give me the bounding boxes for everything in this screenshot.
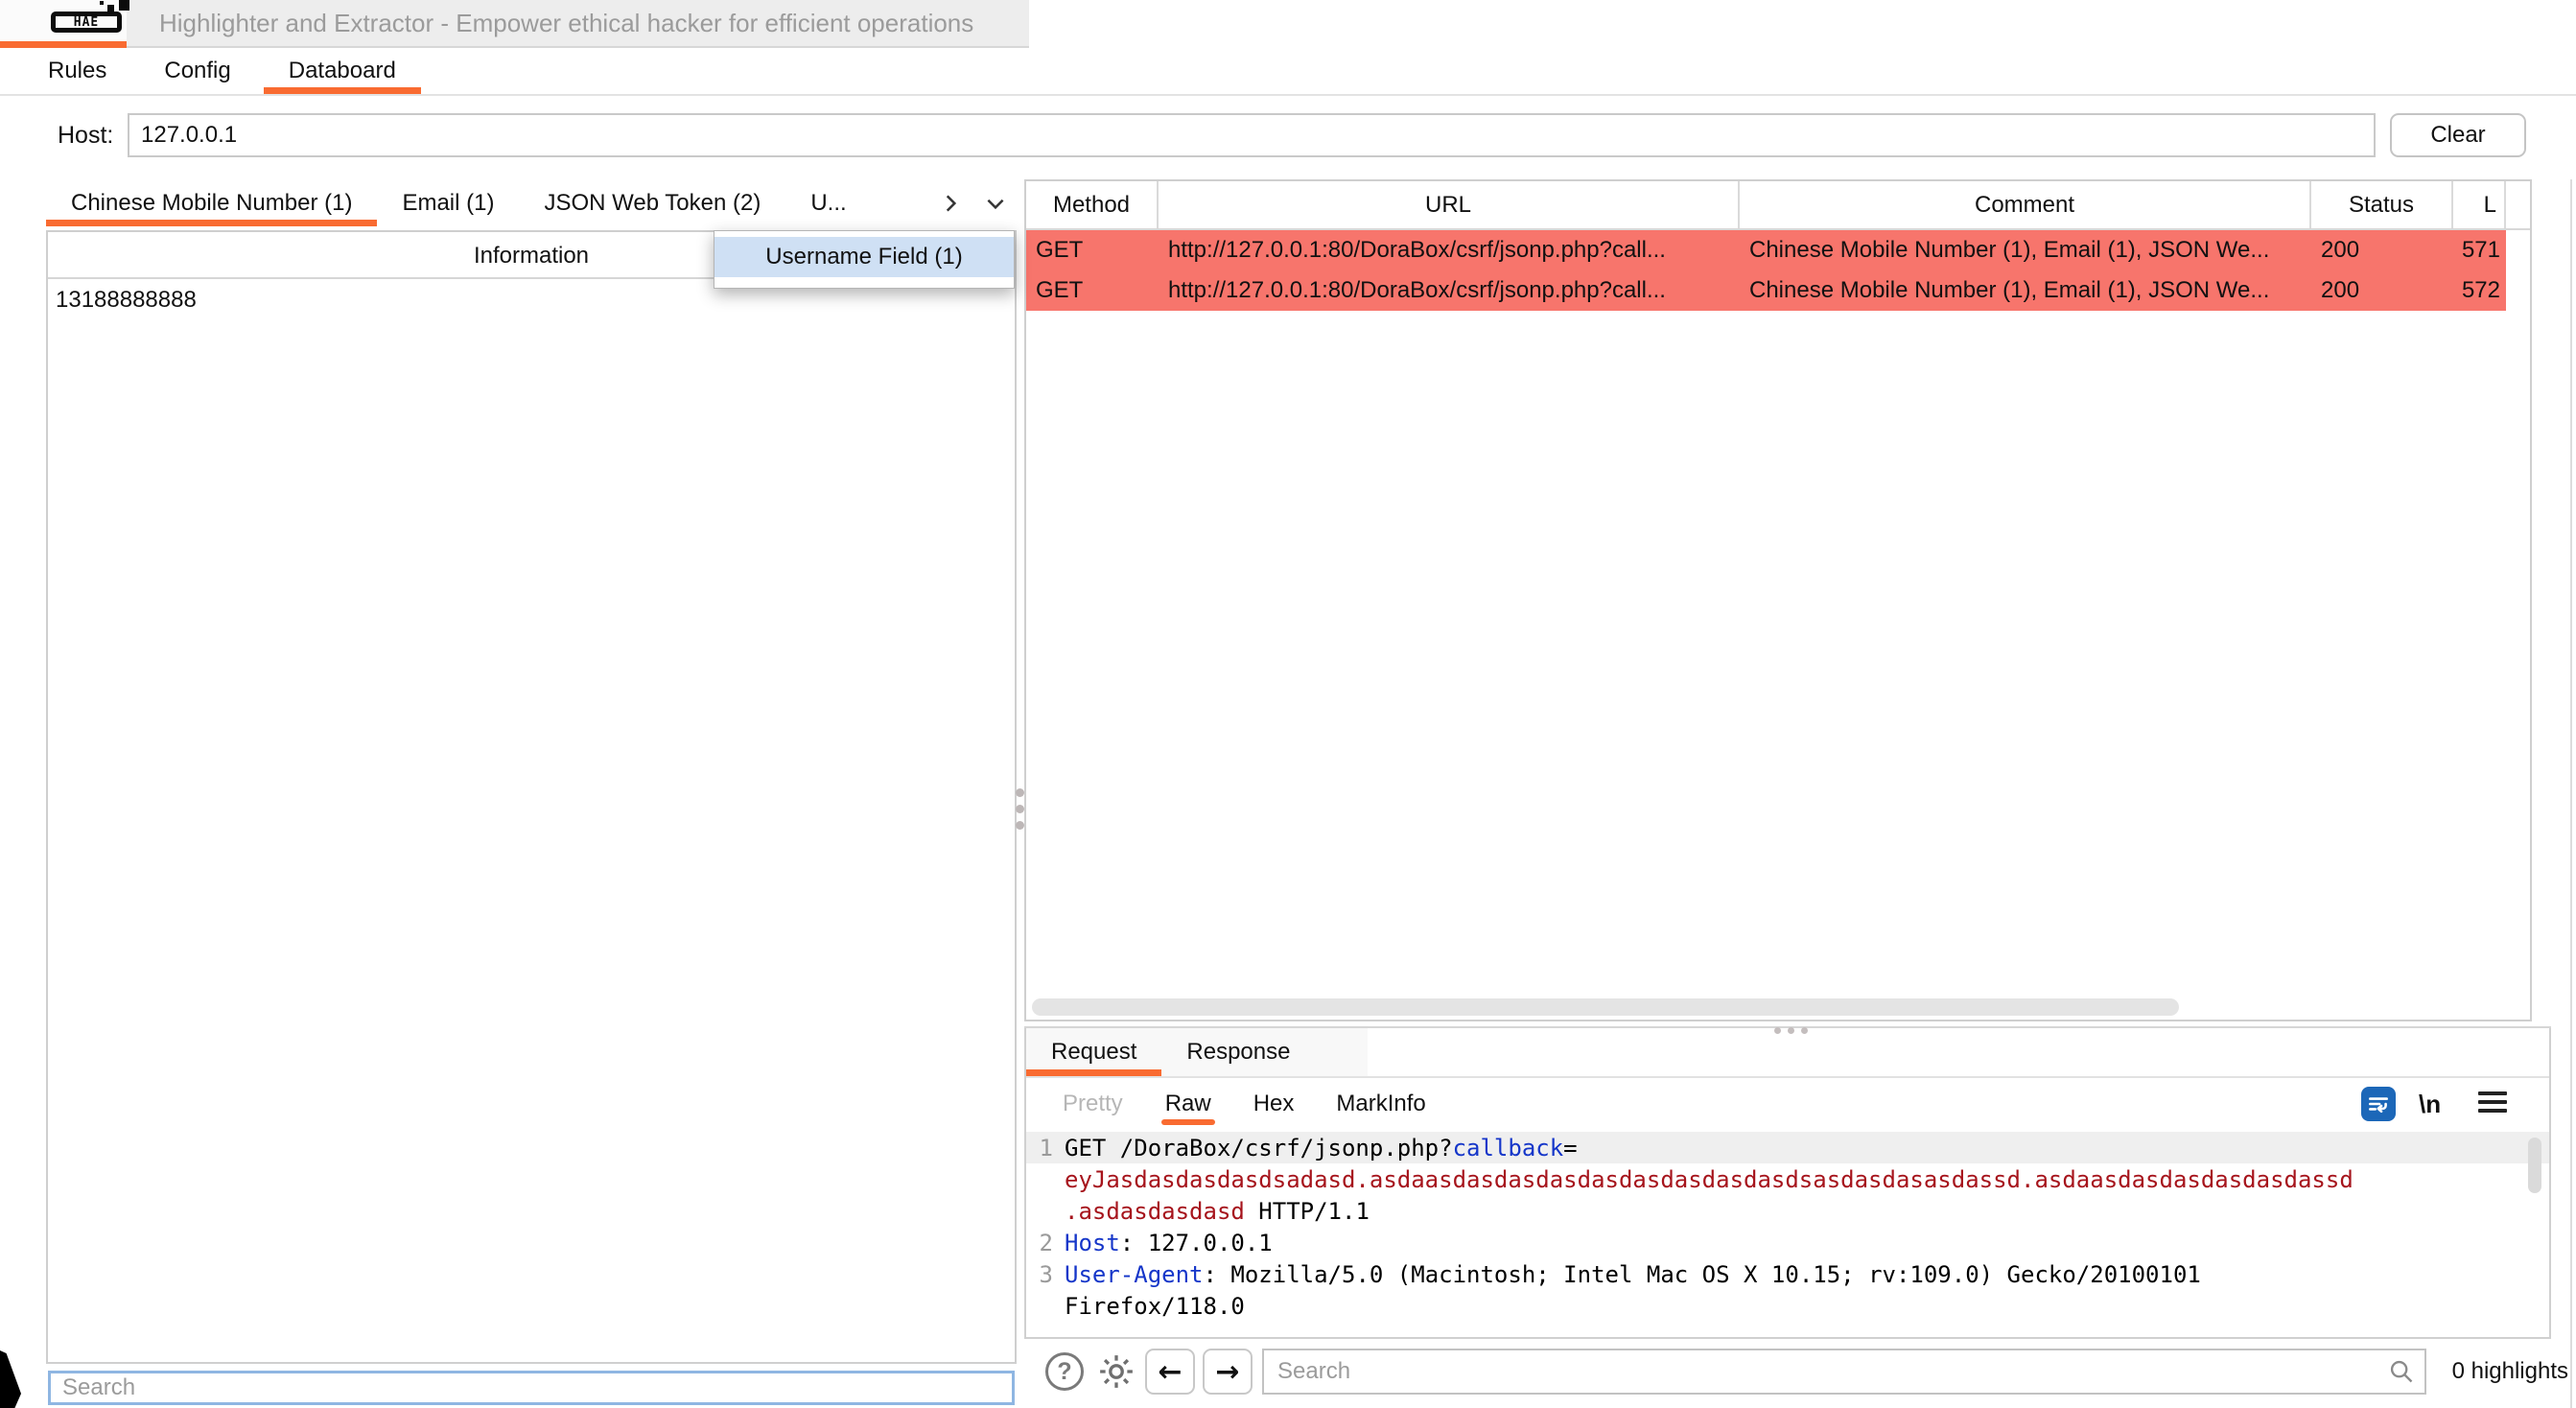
request-cell-method: GET [1026,270,1159,311]
request-row[interactable]: GEThttp://127.0.0.1:80/DoraBox/csrf/json… [1026,270,2506,311]
line-number: 1 [1026,1135,1065,1162]
column-header-url[interactable]: URL [1159,181,1740,228]
message-detail-panel: RequestResponse PrettyRawHexMarkInfo \n … [1024,1028,2551,1339]
request-row[interactable]: GEThttp://127.0.0.1:80/DoraBox/csrf/json… [1026,230,2506,270]
hae-logo-pixel [100,1,104,5]
tab-response[interactable]: Response [1161,1028,1315,1076]
vertical-splitter-handle[interactable] [1016,788,1024,837]
menu-icon[interactable] [2478,1091,2507,1117]
view-tab-bar: PrettyRawHexMarkInfo \n [1026,1078,2549,1130]
newline-toggle-icon[interactable]: \n [2419,1078,2441,1130]
request-cell-comment: Chinese Mobile Number (1), Email (1), JS… [1740,230,2311,270]
request-cell-method: GET [1026,230,1159,270]
code-text: eyJasdasdasdasdsadasd.asdaasdasdasdasdas… [1065,1166,2354,1193]
column-header-method[interactable]: Method [1026,181,1159,228]
extractor-search-input[interactable] [48,1371,1015,1405]
detail-tab-bar: RequestResponse [1026,1028,2549,1078]
app-title: Highlighter and Extractor - Empower ethi… [159,0,973,46]
main-tab-bar: RulesConfigDataboard [0,48,2576,96]
requests-table-header: Method URL Comment Status L [1026,181,2530,230]
cursor-artifact [0,1350,21,1408]
code-text: Firefox/118.0 [1065,1293,1245,1320]
extractor-tab-list: Chinese Mobile Number (1)Email (1)JSON W… [46,179,872,226]
hae-logo-pixel [107,5,114,12]
highlights-count: 0 highlights [2452,1345,2568,1398]
request-cell-comment: Chinese Mobile Number (1), Email (1), JS… [1740,270,2311,311]
gear-icon[interactable] [1095,1350,1137,1397]
extractor-tab[interactable]: U... [785,179,871,226]
extractor-tab-overflow-controls [938,191,1017,216]
title-bar: Highlighter and Extractor - Empower ethi… [0,0,1029,48]
horizontal-splitter-handle[interactable] [1774,1027,1808,1034]
view-tab-hex[interactable]: Hex [1232,1078,1316,1130]
extractor-tab[interactable]: Chinese Mobile Number (1) [46,179,377,226]
code-line: 3User-Agent: Mozilla/5.0 (Macintosh; Int… [1026,1258,2549,1290]
dropdown-item[interactable]: Username Field (1) [714,237,1014,277]
chevron-right-icon[interactable] [938,191,963,216]
requests-table: Method URL Comment Status L GEThttp://12… [1024,179,2532,1021]
word-wrap-icon[interactable] [2361,1087,2396,1121]
request-editor[interactable]: 1GET /DoraBox/csrf/jsonp.php?callback= ey… [1026,1130,2549,1337]
main-tab-rules[interactable]: Rules [19,48,135,94]
column-header-comment[interactable]: Comment [1740,181,2311,228]
column-header-filler [2506,181,2530,228]
help-icon[interactable]: ? [1045,1352,1084,1391]
request-cell-url: http://127.0.0.1:80/DoraBox/csrf/jsonp.p… [1159,230,1740,270]
code-text: GET /DoraBox/csrf/jsonp.php?callback= [1065,1135,1578,1162]
horizontal-scrollbar-thumb[interactable] [1032,998,2179,1016]
column-header-length[interactable]: L [2453,181,2506,228]
detail-tab-strip: RequestResponse [1026,1028,1368,1076]
view-tab-raw[interactable]: Raw [1144,1078,1232,1130]
hae-logo-icon: HAE [51,12,122,33]
extractor-tab-bar: Chinese Mobile Number (1)Email (1)JSON W… [46,179,1017,226]
extractor-tab[interactable]: Email (1) [377,179,519,226]
requests-table-body: GEThttp://127.0.0.1:80/DoraBox/csrf/json… [1026,230,2530,311]
hae-extension-tab[interactable]: HAE [0,0,127,48]
forward-button[interactable]: → [1203,1349,1253,1395]
request-cell-length: 571 [2453,230,2506,270]
code-line: eyJasdasdasdasdsadasd.asdaasdasdasdasdas… [1026,1163,2549,1195]
line-number: 2 [1026,1230,1065,1256]
main-tab-databoard[interactable]: Databoard [260,48,425,94]
code-text: User-Agent: Mozilla/5.0 (Macintosh; Inte… [1065,1261,2201,1288]
main-tab-config[interactable]: Config [135,48,259,94]
code-line: 1GET /DoraBox/csrf/jsonp.php?callback= [1026,1132,2549,1163]
search-icon[interactable] [2388,1358,2415,1385]
editor-search [1262,1349,2426,1395]
host-label: Host: [58,122,113,150]
request-cell-status: 200 [2311,230,2453,270]
view-tab-strip: PrettyRawHexMarkInfo [1042,1078,1447,1130]
view-tab-markinfo[interactable]: MarkInfo [1315,1078,1446,1130]
hae-logo-pixel [119,0,129,11]
code-text: Host: 127.0.0.1 [1065,1230,1273,1256]
information-table: Information 13188888888 [46,230,1017,1364]
chevron-down-icon[interactable] [982,191,1009,216]
column-header-status[interactable]: Status [2311,181,2453,228]
host-input[interactable] [128,113,2376,157]
back-button[interactable]: ← [1145,1349,1195,1395]
code-line: .asdasdasdasd HTTP/1.1 [1026,1195,2549,1227]
request-cell-status: 200 [2311,270,2453,311]
line-number: 3 [1026,1261,1065,1288]
host-bar: Host: Clear [0,113,2576,157]
window-edge-line [2570,179,2572,1408]
editor-bottom-bar: ? ← → 0 highlights [1024,1345,2576,1404]
overflow-dropdown: Username Field (1) [714,230,1015,289]
request-cell-length: 572 [2453,270,2506,311]
clear-button[interactable]: Clear [2390,113,2526,157]
view-tab-pretty[interactable]: Pretty [1042,1078,1144,1130]
extractor-tab[interactable]: JSON Web Token (2) [519,179,785,226]
code-line: 2Host: 127.0.0.1 [1026,1227,2549,1258]
tab-request[interactable]: Request [1026,1028,1161,1076]
request-cell-url: http://127.0.0.1:80/DoraBox/csrf/jsonp.p… [1159,270,1740,311]
editor-search-input[interactable] [1262,1349,2426,1395]
code-line: Firefox/118.0 [1026,1290,2549,1322]
editor-scrollbar-thumb[interactable] [2528,1138,2541,1193]
code-text: .asdasdasdasd HTTP/1.1 [1065,1198,1370,1225]
